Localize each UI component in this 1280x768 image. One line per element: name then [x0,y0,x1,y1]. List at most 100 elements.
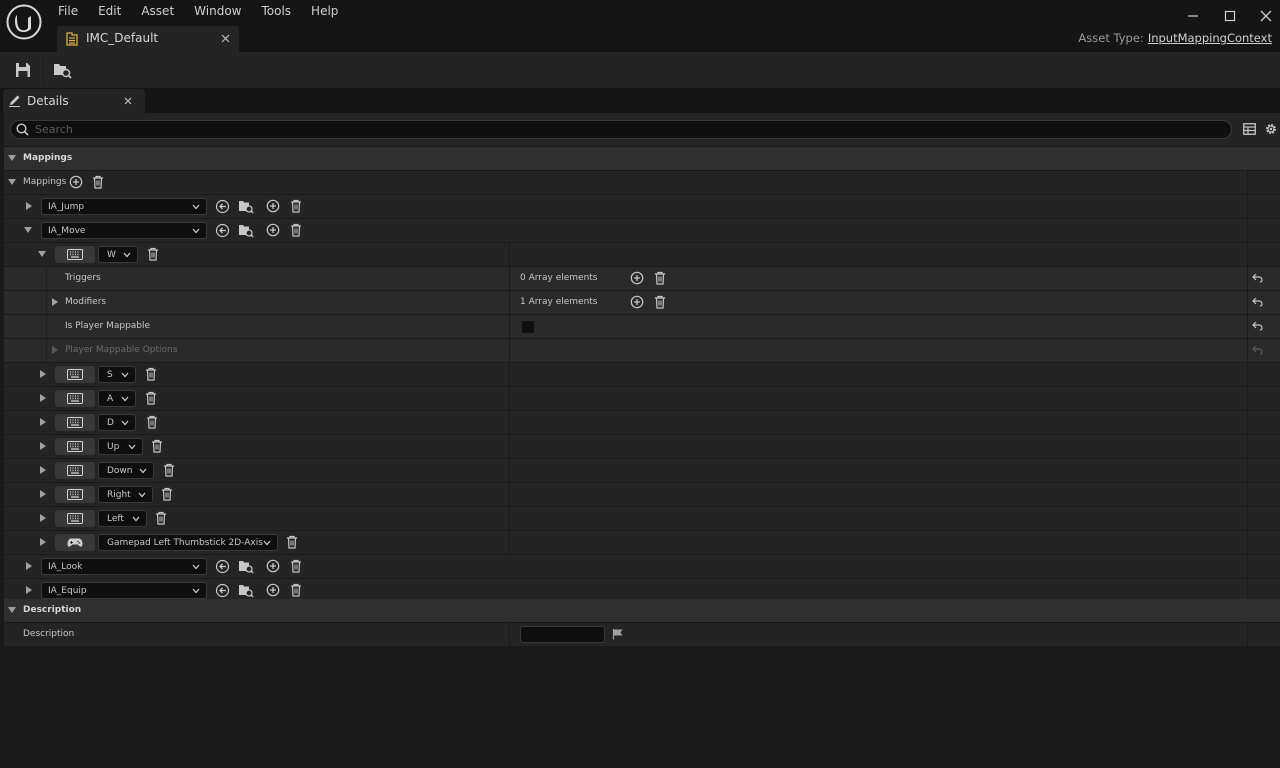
collapse-arrow-icon[interactable] [8,607,16,613]
player-mappable-checkbox[interactable] [521,320,535,334]
tab-imc-default[interactable]: IMC_Default [57,26,239,52]
use-selected-icon[interactable] [215,583,230,598]
action-selector-look[interactable]: IA_Look [41,558,207,575]
delete-all-icon[interactable] [654,295,666,309]
expand-arrow-icon[interactable] [26,562,32,570]
tab-details[interactable]: Details [3,89,145,113]
key-selector[interactable]: Gamepad Left Thumbstick 2D-Axis [98,534,278,551]
browse-asset-icon[interactable] [238,583,254,598]
expand-arrow-icon[interactable] [40,490,46,498]
browse-asset-icon[interactable] [238,199,254,214]
expand-arrow-icon[interactable] [40,466,46,474]
expand-arrow-icon[interactable] [40,538,46,546]
browse-asset-icon[interactable] [238,223,254,238]
key-capture-button[interactable] [55,510,95,527]
use-selected-icon[interactable] [215,199,230,214]
expand-arrow-icon[interactable] [26,202,32,210]
collapse-arrow-icon[interactable] [38,251,46,257]
delete-icon[interactable] [145,391,157,405]
delete-icon[interactable] [151,439,163,453]
key-capture-button[interactable] [55,462,95,479]
key-selector[interactable]: D [98,414,136,431]
key-capture-button[interactable] [55,390,95,407]
minimize-icon[interactable] [1187,10,1199,22]
delete-icon[interactable] [155,511,167,525]
reset-to-default-icon[interactable] [1252,297,1263,307]
delete-icon[interactable] [290,223,302,237]
expand-arrow-icon[interactable] [40,394,46,402]
key-selector[interactable]: A [98,390,136,407]
add-element-icon[interactable] [630,295,644,309]
gear-icon[interactable] [1264,122,1278,136]
delete-icon[interactable] [290,199,302,213]
reset-to-default-icon[interactable] [1252,321,1263,331]
chevron-down-icon [128,444,136,450]
expand-arrow-icon[interactable] [26,586,32,594]
key-selector[interactable]: Right [98,486,153,503]
key-capture-button[interactable] [55,246,95,263]
close-tab-icon[interactable] [221,34,230,43]
menu-help[interactable]: Help [301,0,348,22]
delete-icon[interactable] [290,559,302,573]
table-view-icon[interactable] [1243,123,1256,135]
key-selector[interactable]: W [98,246,138,263]
expand-arrow-icon[interactable] [40,442,46,450]
key-capture-button[interactable] [55,414,95,431]
delete-icon[interactable] [163,463,175,477]
key-capture-button[interactable] [55,366,95,383]
delete-icon[interactable] [145,367,157,381]
key-capture-button[interactable] [55,486,95,503]
delete-icon[interactable] [147,247,159,261]
action-selector-jump[interactable]: IA_Jump [41,198,207,215]
menu-tools[interactable]: Tools [251,0,301,22]
collapse-arrow-icon[interactable] [8,179,16,185]
delete-icon[interactable] [286,535,298,549]
menu-edit[interactable]: Edit [88,0,131,22]
description-input[interactable] [520,626,605,643]
action-selector-equip[interactable]: IA_Equip [41,582,207,599]
browse-asset-icon[interactable] [238,559,254,574]
asset-type-link[interactable]: InputMappingContext [1148,31,1272,45]
key-selector[interactable]: Up [98,438,143,455]
delete-all-icon[interactable] [92,175,104,189]
add-element-icon[interactable] [630,271,644,285]
add-mapping-icon[interactable] [266,199,280,213]
unreal-logo-icon[interactable] [6,4,42,40]
action-selector-move[interactable]: IA_Move [41,222,207,239]
key-capture-button[interactable] [55,438,95,455]
key-selector[interactable]: S [98,366,136,383]
delete-icon[interactable] [161,487,173,501]
key-selector[interactable]: Left [98,510,147,527]
browse-button[interactable] [43,52,82,88]
add-mapping-icon[interactable] [266,223,280,237]
delete-icon[interactable] [146,415,158,429]
search-input[interactable] [35,121,1215,138]
close-details-icon[interactable] [124,97,132,105]
use-selected-icon[interactable] [215,559,230,574]
category-description[interactable]: Description [4,599,1280,622]
menu-file[interactable]: File [48,0,88,22]
add-element-icon[interactable] [69,175,83,189]
delete-icon[interactable] [290,583,302,597]
add-mapping-icon[interactable] [266,583,280,597]
maximize-icon[interactable] [1224,10,1236,22]
menu-window[interactable]: Window [184,0,251,22]
collapse-arrow-icon[interactable] [24,227,32,233]
close-window-icon[interactable] [1260,10,1272,22]
reset-to-default-icon[interactable] [1252,273,1263,283]
key-capture-button[interactable] [55,534,95,551]
expand-arrow-icon[interactable] [52,298,58,306]
expand-arrow-icon[interactable] [40,514,46,522]
use-selected-icon[interactable] [215,223,230,238]
localization-flag-icon[interactable] [612,628,624,640]
collapse-arrow-icon[interactable] [8,155,16,161]
expand-arrow-icon[interactable] [52,346,58,354]
save-button[interactable] [4,52,43,88]
menu-asset[interactable]: Asset [131,0,184,22]
delete-all-icon[interactable] [654,271,666,285]
add-mapping-icon[interactable] [266,559,280,573]
expand-arrow-icon[interactable] [40,418,46,426]
key-selector[interactable]: Down [98,462,154,479]
category-mappings[interactable]: Mappings [4,147,1280,170]
expand-arrow-icon[interactable] [40,370,46,378]
